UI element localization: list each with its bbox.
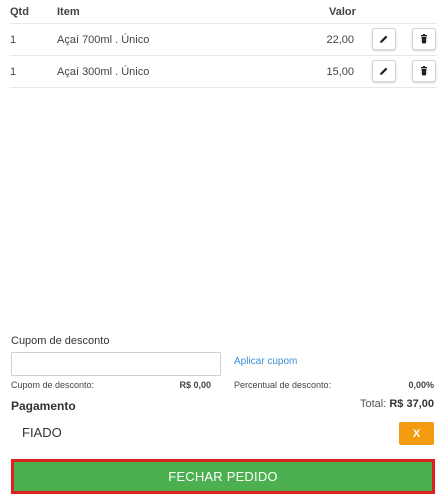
column-header-item: Item [57,6,80,18]
table-header: Qtd Item Valor [10,0,437,24]
edit-item-button[interactable] [372,60,396,82]
row-qty: 1 [10,34,17,46]
row-qty: 1 [10,66,17,78]
delete-item-button[interactable] [412,28,436,50]
trash-icon [421,66,427,76]
row-item: Açaí 300ml . Único [57,66,150,78]
column-header-value: Valor [329,6,356,18]
total-value: R$ 37,00 [389,398,434,410]
pencil-icon [380,35,388,43]
coupon-input[interactable] [11,352,221,376]
remove-payment-button[interactable]: X [399,422,434,445]
pencil-icon [380,67,388,75]
row-item: Açaí 700ml . Único [57,34,150,46]
trash-icon [421,34,427,44]
coupon-section-title: Cupom de desconto [11,335,110,347]
total-label: Total: [359,398,390,410]
percent-discount-value: 0,00% [408,380,434,390]
row-value: 22,00 [326,34,354,46]
table-row: 1 Açaí 300ml . Único 15,00 [10,56,437,88]
row-value: 15,00 [326,66,354,78]
order-panel: Qtd Item Valor 1 Açaí 700ml . Único 22,0… [0,0,446,500]
payment-method-name: FIADO [22,425,62,440]
column-header-qty: Qtd [10,6,29,18]
close-order-button[interactable]: FECHAR PEDIDO [11,459,435,494]
table-row: 1 Açaí 700ml . Único 22,00 [10,24,437,56]
payment-section-title: Pagamento [11,399,76,413]
coupon-discount-value: R$ 0,00 [179,380,211,390]
apply-coupon-link[interactable]: Aplicar cupom [234,356,297,367]
percent-discount-label: Percentual de desconto: [234,380,332,390]
edit-item-button[interactable] [372,28,396,50]
delete-item-button[interactable] [412,60,436,82]
order-items-table: Qtd Item Valor 1 Açaí 700ml . Único 22,0… [10,0,437,88]
order-total: Total: R$ 37,00 [300,398,434,410]
coupon-discount-label: Cupom de desconto: [11,380,95,390]
